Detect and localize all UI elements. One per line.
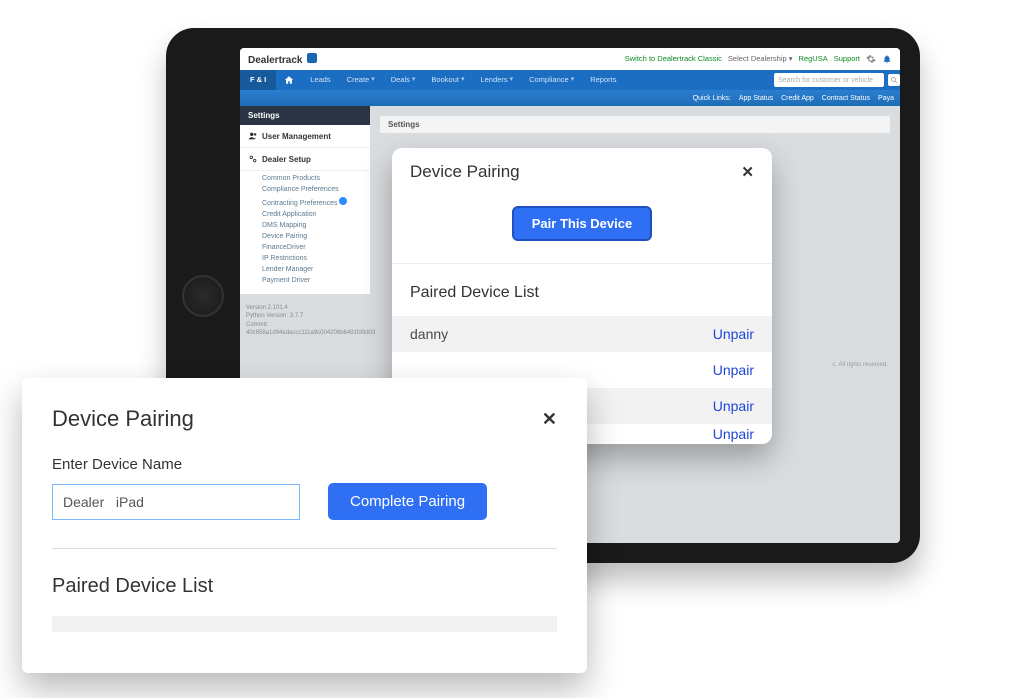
unpair-link[interactable]: Unpair (713, 398, 754, 414)
modal1-header: Device Pairing ✕ (392, 148, 772, 184)
users-icon (248, 131, 258, 141)
copyright-text: c. All rights reserved. (832, 362, 888, 368)
search-icon[interactable] (888, 74, 900, 86)
sb-link-financedriver[interactable]: FinanceDriver (262, 242, 370, 253)
device-row: danny Unpair (392, 316, 772, 352)
gear-icon[interactable] (866, 54, 876, 64)
modal1-body: Pair This Device (392, 184, 772, 264)
modal2-input-row: Complete Pairing (52, 483, 557, 520)
device-name-label: Enter Device Name (52, 456, 557, 473)
quick-credit-app[interactable]: Credit App (781, 95, 814, 102)
modal2-close-icon[interactable]: ✕ (542, 409, 557, 430)
nav-leads[interactable]: Leads (302, 70, 338, 90)
modal1-close-icon[interactable]: ✕ (741, 163, 754, 181)
nav-bookout[interactable]: Bookout▾ (423, 70, 472, 90)
brand-text: Dealertrack (248, 55, 302, 66)
bell-icon[interactable] (882, 54, 892, 64)
quick-links-bar: Quick Links: App Status Credit App Contr… (240, 90, 900, 106)
quick-links-label: Quick Links: (693, 95, 731, 102)
topbar: Dealertrack Switch to Dealertrack Classi… (240, 48, 900, 70)
brand-badge-icon (307, 53, 317, 63)
tablet-home-button[interactable] (182, 275, 224, 317)
sb-link-device-pairing[interactable]: Device Pairing (262, 231, 370, 242)
nav-create[interactable]: Create▾ (339, 70, 383, 90)
support-link[interactable]: Support (834, 54, 860, 63)
sb-link-payment-driver[interactable]: Payment Driver (262, 275, 370, 286)
region-link[interactable]: RegUSA (799, 54, 828, 63)
nav-deals[interactable]: Deals▾ (383, 70, 424, 90)
info-icon (339, 197, 347, 205)
nav-reports[interactable]: Reports (582, 70, 624, 90)
sb-link-dms-mapping[interactable]: DMS Mapping (262, 220, 370, 231)
sidebar-dealer-links: Common Products Compliance Preferences C… (240, 171, 370, 294)
sidebar-user-management[interactable]: User Management (240, 125, 370, 148)
sidebar-header: Settings (240, 106, 370, 125)
sb-link-ip-restrictions[interactable]: IP Restrictions (262, 253, 370, 264)
version-footer: Version 2.101.4 Python Version: 3.7.7 Co… (240, 294, 370, 348)
modal2-header: Device Pairing ✕ (52, 406, 557, 432)
paired-device-list-title: Paired Device List (392, 264, 772, 316)
divider (52, 548, 557, 549)
modal1-title: Device Pairing (410, 162, 520, 182)
modal2-list-title: Paired Device List (52, 575, 557, 598)
sidebar-dealer-setup[interactable]: Dealer Setup (240, 148, 370, 171)
quick-app-status[interactable]: App Status (739, 95, 773, 102)
sb-link-credit-application[interactable]: Credit Application (262, 209, 370, 220)
device-name-input[interactable] (52, 484, 300, 520)
sb-link-lender-manager[interactable]: Lender Manager (262, 264, 370, 275)
nav-compliance[interactable]: Compliance▾ (521, 70, 582, 90)
main-nav: F & I Leads Create▾ Deals▾ Bookout▾ Lend… (240, 70, 900, 90)
brand: Dealertrack (248, 53, 317, 66)
device-name: danny (410, 326, 448, 342)
enter-device-name-modal: Device Pairing ✕ Enter Device Name Compl… (22, 378, 587, 673)
unpair-link[interactable]: Unpair (713, 362, 754, 378)
modal2-list-stripe (52, 616, 557, 632)
switch-classic-link[interactable]: Switch to Dealertrack Classic (625, 54, 722, 63)
nav-fi[interactable]: F & I (240, 70, 276, 90)
gears-icon (248, 154, 258, 164)
pair-this-device-button[interactable]: Pair This Device (512, 206, 652, 241)
top-right-links: Switch to Dealertrack Classic Select Dea… (625, 54, 892, 64)
search-input[interactable]: Search for customer or vehicle (774, 73, 884, 87)
quick-paya[interactable]: Paya (878, 95, 894, 102)
sb-link-compliance-prefs[interactable]: Compliance Preferences (262, 184, 370, 195)
select-dealership-link[interactable]: Select Dealership ▾ (728, 54, 793, 63)
modal2-title: Device Pairing (52, 406, 194, 432)
complete-pairing-button[interactable]: Complete Pairing (328, 483, 487, 520)
home-icon[interactable] (276, 75, 302, 85)
main-settings-header: Settings (380, 116, 890, 133)
unpair-link[interactable]: Unpair (713, 326, 754, 342)
quick-contract-status[interactable]: Contract Status (822, 95, 870, 102)
sb-link-contracting-prefs[interactable]: Contracting Preferences (262, 195, 370, 209)
sb-link-common-products[interactable]: Common Products (262, 173, 370, 184)
unpair-link[interactable]: Unpair (713, 426, 754, 442)
nav-lenders[interactable]: Lenders▾ (472, 70, 521, 90)
